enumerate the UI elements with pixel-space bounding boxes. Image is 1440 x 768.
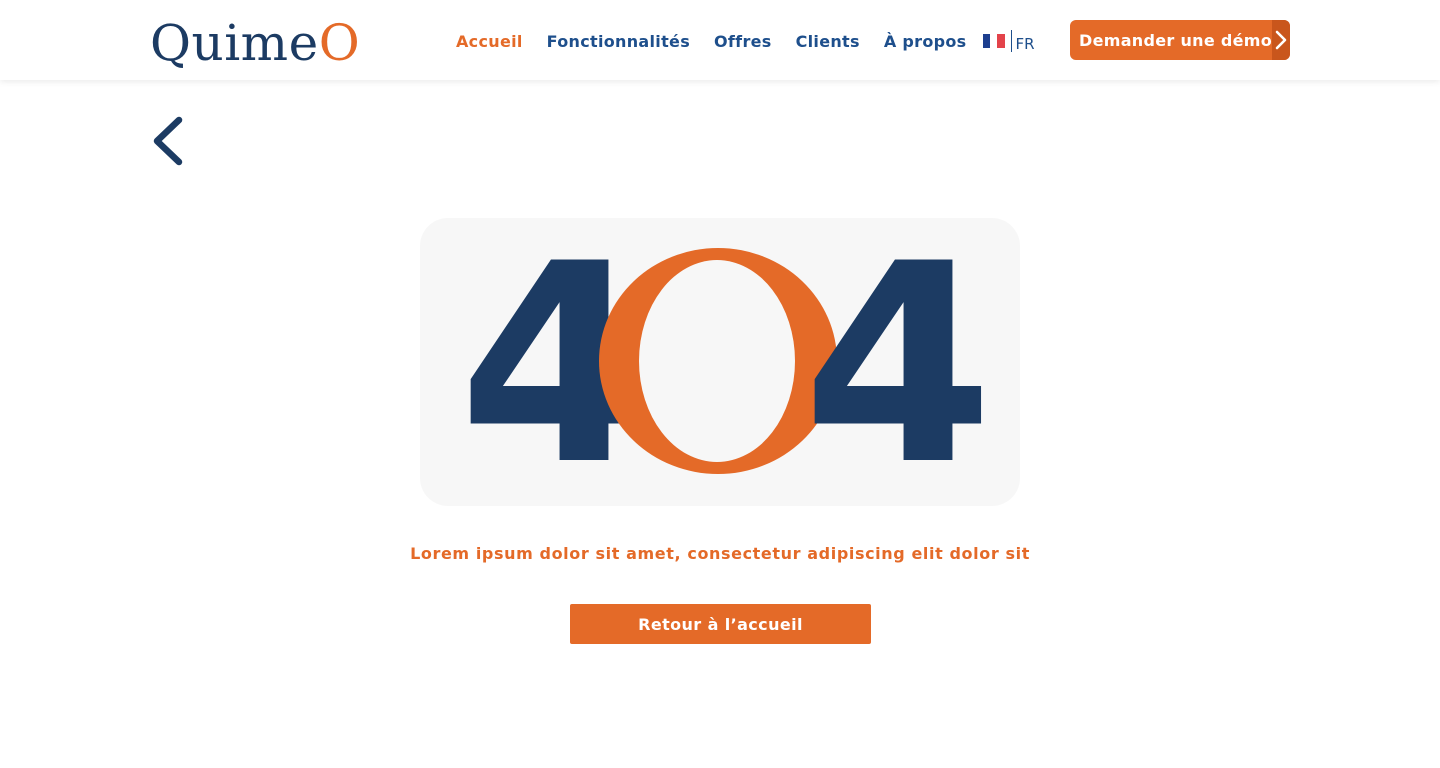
digit-four-right: 4	[802, 205, 993, 525]
nav-item-fonctionnalites[interactable]: Fonctionnalités	[547, 32, 690, 51]
nav-item-accueil[interactable]: Accueil	[456, 32, 523, 51]
chevron-right-icon	[1272, 20, 1290, 60]
main-nav: Accueil Fonctionnalités Offres Clients À…	[456, 28, 1035, 54]
svg-text:4: 4	[802, 205, 993, 525]
letter-o-orange: O	[599, 248, 837, 474]
chevron-left-icon	[153, 116, 183, 166]
request-demo-label: Demander une démo	[1079, 30, 1273, 50]
request-demo-button[interactable]: Demander une démo	[1070, 20, 1290, 60]
nav-item-offres[interactable]: Offres	[714, 32, 772, 51]
language-divider	[1010, 30, 1012, 52]
error-message: Lorem ipsum dolor sit amet, consectetur …	[410, 544, 1030, 563]
nav-item-a-propos[interactable]: À propos	[884, 32, 967, 51]
nav-item-clients[interactable]: Clients	[796, 32, 860, 51]
error-404-illustration: 4 O 4	[420, 205, 1020, 525]
logo-text-o: O	[318, 14, 361, 72]
back-button[interactable]	[148, 112, 190, 170]
language-label: FR	[1015, 35, 1035, 53]
site-header: Quime O Accueil Fonctionnalités Offres Cl…	[0, 0, 1440, 80]
france-flag-icon	[982, 34, 1005, 48]
quimeo-logo[interactable]: Quime O	[150, 12, 360, 68]
language-selector[interactable]: FR	[982, 29, 1035, 53]
logo-text-quime: Quime	[150, 14, 319, 72]
back-to-home-button[interactable]: Retour à l’accueil	[570, 604, 871, 644]
